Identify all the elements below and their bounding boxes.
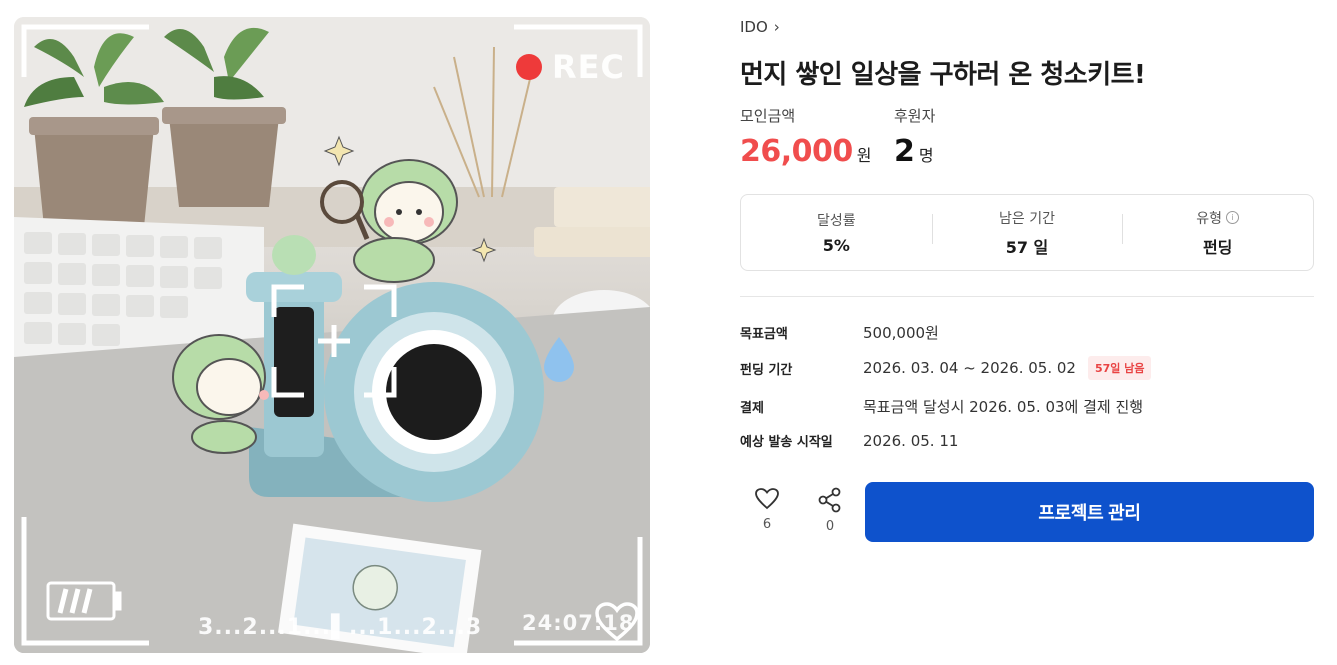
product-illustration — [14, 17, 650, 653]
share-icon — [818, 487, 841, 513]
ship-label: 예상 발송 시작일 — [740, 435, 833, 450]
summary-box: 달성률 5% 남은 기간 57 일 유형 i 펀딩 — [740, 194, 1314, 271]
payment-value: 목표금액 달성시 2026. 05. 03에 결제 진행 — [863, 398, 1144, 416]
type-value: 펀딩 — [1202, 237, 1233, 257]
goal-row: 목표금액 500,000원 — [740, 322, 939, 343]
amount-stat: 26,000 원 — [740, 134, 872, 169]
creator-name[interactable]: IDO — [740, 18, 768, 36]
heart-icon — [755, 488, 779, 510]
goal-label: 목표금액 — [740, 327, 788, 342]
rec-indicator — [516, 54, 542, 80]
goal-value: 500,000원 — [863, 324, 939, 342]
heart-outline-icon[interactable] — [594, 601, 640, 643]
like-button[interactable]: 6 — [747, 487, 787, 532]
supporters-unit: 명 — [918, 146, 934, 165]
share-button[interactable]: 0 — [810, 487, 850, 534]
focus-scale-label: 3...2...1...▌...1...2...3 — [198, 615, 483, 640]
section-divider — [740, 296, 1314, 297]
supporters-label: 후원자 — [894, 107, 936, 125]
amount-value: 26,000 — [740, 134, 853, 169]
days-left-badge: 57일 남음 — [1087, 356, 1152, 380]
project-title: 먼지 쌓인 일상을 구하러 온 청소키트! — [740, 60, 1146, 90]
period-value: 2026. 03. 04 ~ 2026. 05. 02 — [863, 359, 1076, 377]
supporters-value: 2 — [894, 134, 915, 169]
type-cell: 유형 i 펀딩 — [1122, 208, 1313, 258]
rec-label: REC — [552, 48, 625, 86]
like-count: 6 — [762, 517, 772, 532]
product-image: REC 3...2...1...▌...1...2...3 24:07:18 — [14, 17, 650, 653]
share-count: 0 — [825, 519, 835, 534]
remaining-cell: 남은 기간 57 일 — [931, 208, 1123, 258]
period-label: 펀딩 기간 — [740, 362, 793, 378]
payment-row: 결제 목표금액 달성시 2026. 05. 03에 결제 진행 — [740, 396, 1143, 417]
payment-label: 결제 — [740, 401, 764, 416]
info-icon[interactable]: i — [1226, 211, 1240, 224]
remaining-value: 57 일 — [1005, 237, 1049, 257]
amount-unit: 원 — [856, 146, 872, 165]
supporters-stat: 2 명 — [894, 134, 934, 169]
chevron-right-icon: › — [773, 18, 780, 36]
amount-label: 모인금액 — [740, 107, 796, 125]
ship-value: 2026. 05. 11 — [863, 431, 959, 450]
type-label: 유형 — [1196, 210, 1223, 227]
ship-row: 예상 발송 시작일 2026. 05. 11 — [740, 431, 959, 451]
manage-project-button[interactable]: 프로젝트 관리 — [865, 482, 1314, 542]
period-row: 펀딩 기간 2026. 03. 04 ~ 2026. 05. 02 57일 남음 — [740, 356, 1152, 380]
remaining-label: 남은 기간 — [999, 210, 1055, 227]
achievement-label: 달성률 — [817, 213, 856, 229]
achievement-value: 5% — [822, 236, 850, 255]
achievement-cell: 달성률 5% — [741, 210, 932, 255]
creator-link[interactable]: IDO › — [740, 18, 780, 36]
